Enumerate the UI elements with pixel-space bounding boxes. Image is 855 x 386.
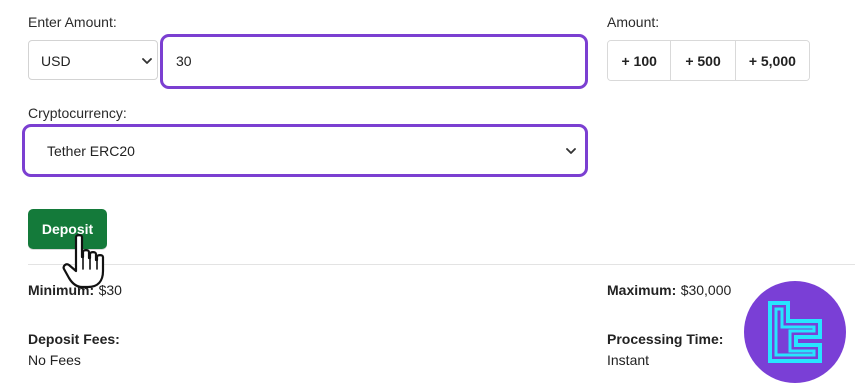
quick-amount-100-button[interactable]: + 100	[608, 41, 672, 80]
maximum-label: Maximum:	[607, 282, 677, 298]
amount-input-value: 30	[176, 53, 192, 69]
chevron-down-icon	[566, 148, 576, 154]
currency-select-value: USD	[41, 53, 71, 69]
brand-logo-icon	[744, 281, 846, 383]
quick-amount-5000-button[interactable]: + 5,000	[735, 41, 809, 80]
processing-time-label: Processing Time:	[607, 331, 724, 347]
crypto-label: Cryptocurrency:	[28, 105, 127, 121]
processing-time-value: Instant	[607, 352, 650, 368]
quick-amount-500-button[interactable]: + 500	[671, 41, 736, 80]
deposit-fees-label: Deposit Fees:	[28, 331, 120, 347]
hand-cursor-icon	[62, 234, 105, 289]
amount-label: Enter Amount:	[28, 14, 117, 30]
quick-amount-label: Amount:	[607, 14, 660, 30]
quick-amount-group: + 100 + 500 + 5,000	[607, 40, 810, 81]
crypto-select[interactable]: Tether ERC20	[22, 124, 588, 177]
maximum-value: $30,000	[680, 282, 732, 298]
maximum-row: Maximum: $30,000	[607, 282, 731, 300]
amount-input[interactable]: 30	[160, 34, 588, 89]
chevron-down-icon	[142, 58, 152, 64]
deposit-fees-value: No Fees	[28, 352, 81, 368]
currency-select[interactable]: USD	[28, 40, 158, 80]
section-divider	[28, 264, 855, 265]
crypto-select-value: Tether ERC20	[47, 143, 135, 159]
